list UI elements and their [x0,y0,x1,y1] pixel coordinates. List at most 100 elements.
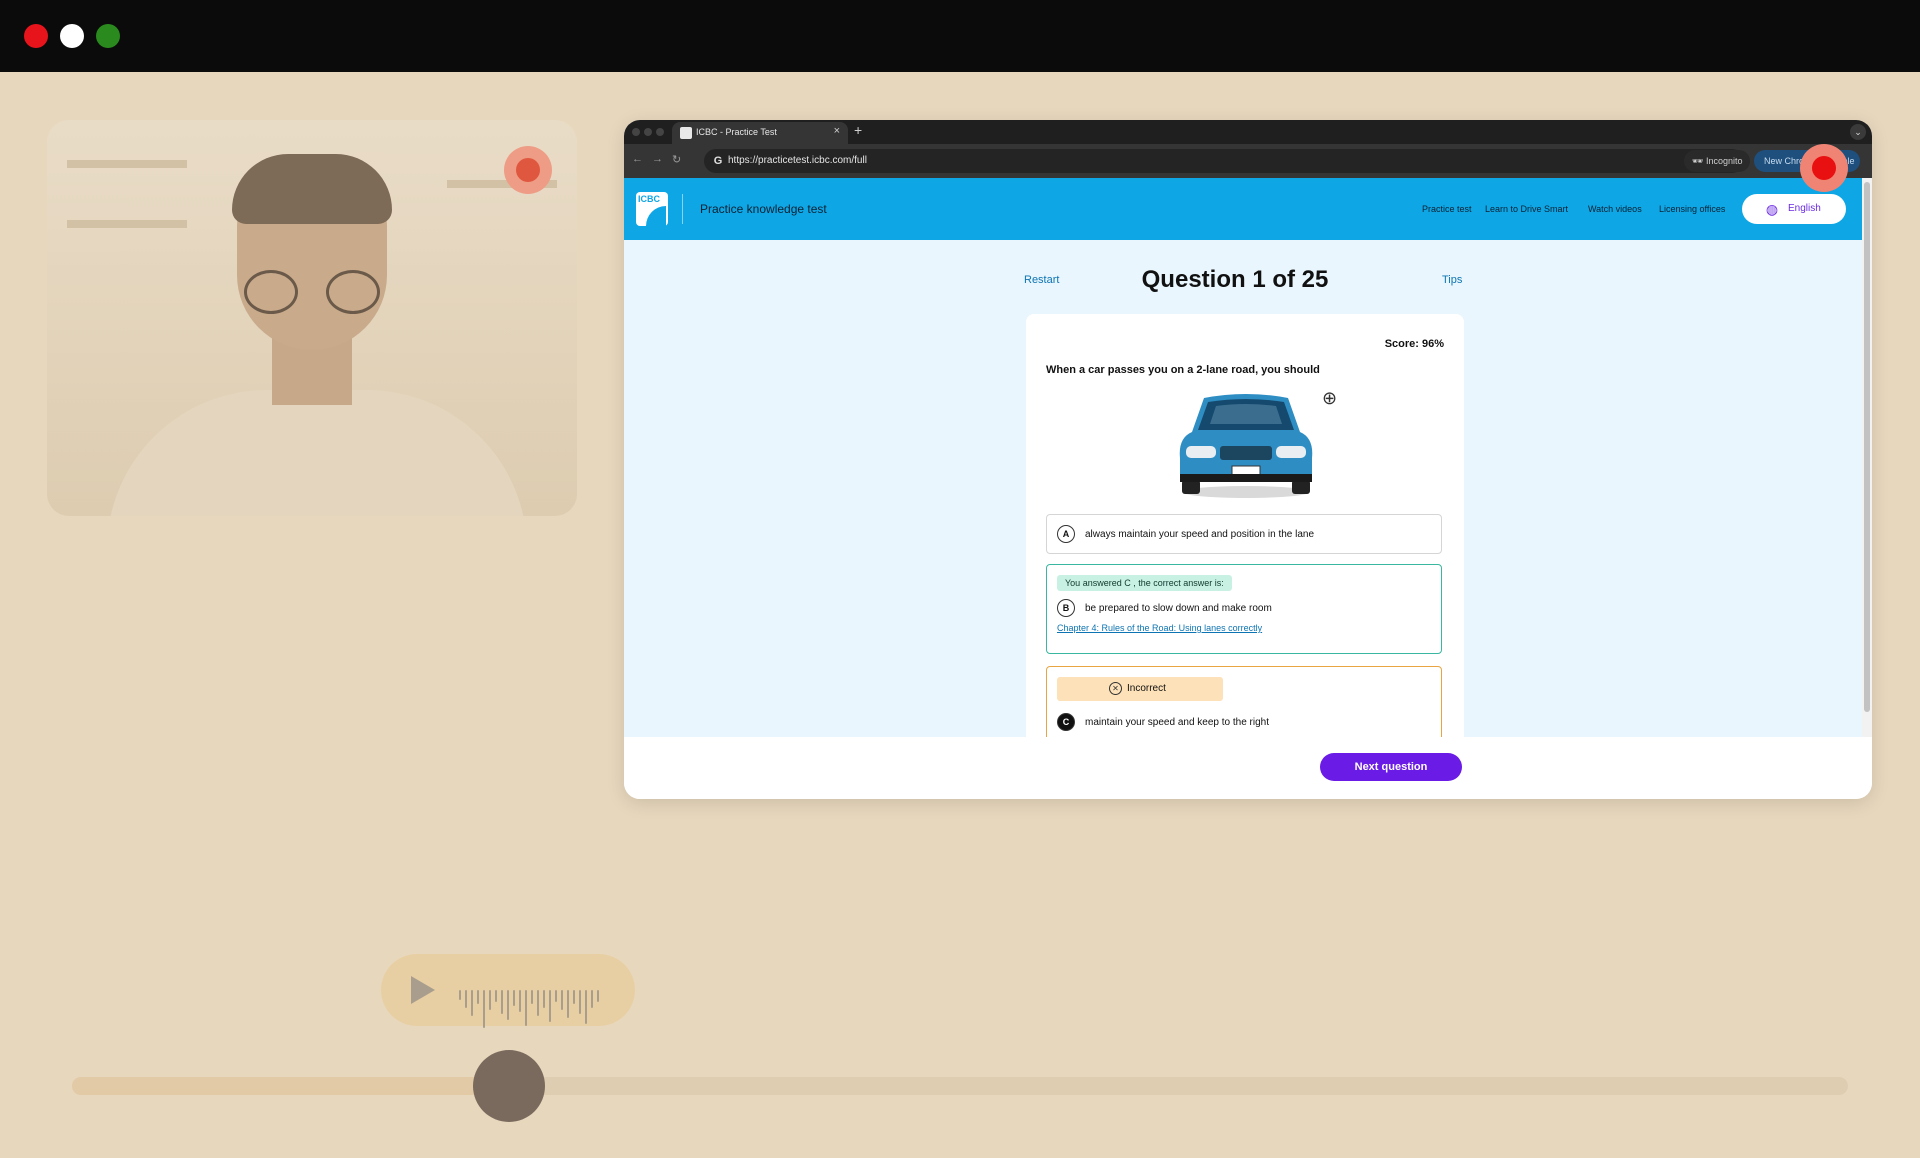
url-text: https://practicetest.icbc.com/full [728,155,867,166]
option-c-letter: C [1057,713,1075,731]
waveform-bar [495,990,497,1002]
quiz-content: Restart Question 1 of 25 Tips Score: 96%… [624,240,1862,737]
waveform-bar [567,990,569,1018]
nav-watch-videos[interactable]: Watch videos [1588,204,1642,214]
site-title: Practice knowledge test [700,202,827,216]
chapter-link[interactable]: Chapter 4: Rules of the Road: Using lane… [1057,623,1262,633]
tab-title: ICBC - Practice Test [696,127,777,137]
option-a-letter: A [1057,525,1075,543]
waveform-bar [537,990,539,1016]
option-a[interactable]: A always maintain your speed and positio… [1046,514,1442,554]
incorrect-label: Incorrect [1127,683,1166,694]
audio-waveform [459,968,609,1028]
option-c-selected[interactable]: ✕ Incorrect C maintain your speed and ke… [1046,666,1442,737]
waveform-bar [579,990,581,1014]
tips-link[interactable]: Tips [1442,274,1462,286]
waveform-bar [555,990,557,1002]
waveform-bar [525,990,527,1026]
x-circle-icon: ✕ [1109,682,1122,695]
waveform-bar [489,990,491,1010]
waveform-bar [459,990,461,1000]
webcam-preview [47,120,577,516]
nav-practice-test[interactable]: Practice test [1422,204,1472,214]
forward-icon[interactable]: → [652,153,663,165]
question-text: When a car passes you on a 2-lane road, … [1046,364,1320,376]
icbc-favicon-icon [680,127,692,139]
address-bar[interactable]: G https://practicetest.icbc.com/full ☆ [704,149,1744,173]
incognito-badge[interactable]: 🕶 Incognito [1684,150,1751,172]
option-a-text: always maintain your speed and position … [1085,529,1315,540]
icbc-logo[interactable]: ICBC [636,192,668,226]
waveform-bar [561,990,563,1010]
waveform-bar [549,990,551,1022]
zoom-in-icon[interactable]: ⊕ [1322,388,1337,409]
car-image [1179,394,1313,498]
waveform-bar [543,990,545,1008]
next-question-button[interactable]: Next question [1320,753,1462,781]
waveform-bar [471,990,473,1016]
seek-bar-handle[interactable] [472,1050,545,1122]
score-text: Score: 96% [1384,338,1444,350]
language-label: English [1788,203,1821,214]
waveform-bar [591,990,593,1008]
background-shelf [67,220,187,228]
new-tab-icon[interactable]: + [854,122,862,138]
incognito-label: Incognito [1705,156,1743,166]
answered-note: You answered C , the correct answer is: [1057,575,1232,591]
glasses-right-lens [326,270,380,314]
waveform-bar [597,990,599,1002]
waveform-bar [465,990,467,1008]
window-title-bar [0,0,1920,72]
seek-bar-progress [72,1077,509,1095]
browser-minimize-dot[interactable] [644,128,652,136]
question-counter: Question 1 of 25 [1141,266,1329,293]
waveform-bar [513,990,515,1006]
waveform-bar [501,990,503,1014]
close-tab-icon[interactable]: × [834,125,840,137]
maximize-window-button[interactable] [96,24,120,48]
waveform-bar [507,990,509,1020]
google-icon: G [713,155,723,167]
waveform-bar [477,990,479,1004]
person-body [107,390,527,516]
minimize-window-button[interactable] [60,24,84,48]
incognito-icon: 🕶 [1692,156,1704,166]
logo-curve [646,206,666,226]
option-c-text: maintain your speed and keep to the righ… [1085,717,1270,728]
option-b-letter: B [1057,599,1075,617]
waveform-bar [573,990,575,1004]
nav-learn-to-drive-smart[interactable]: Learn to Drive Smart [1485,204,1568,214]
site-header: ICBC Practice knowledge test Practice te… [624,178,1862,240]
tab-strip: ICBC - Practice Test × + ⌄ [624,120,1872,144]
globe-icon: ◍ [1765,201,1779,217]
recording-dot-icon [1812,156,1836,180]
reload-icon[interactable]: ↻ [672,153,681,166]
quiz-footer: Next question [624,737,1872,799]
play-icon[interactable] [411,976,435,1004]
scrollbar-thumb[interactable] [1864,182,1870,712]
header-divider [682,194,683,224]
browser-toolbar: ← → ↻ G https://practicetest.icbc.com/fu… [624,144,1872,178]
close-window-button[interactable] [24,24,48,48]
recording-dot-icon [516,158,540,182]
language-button[interactable]: ◍ English [1742,194,1846,224]
incorrect-badge: ✕ Incorrect [1057,677,1223,701]
waveform-bar [585,990,587,1024]
nav-licensing-offices[interactable]: Licensing offices [1659,204,1725,214]
restart-link[interactable]: Restart [1024,274,1059,286]
correct-answer-panel: You answered C , the correct answer is: … [1046,564,1442,654]
question-card: Score: 96% When a car passes you on a 2-… [1026,314,1464,737]
person-hair [232,154,392,224]
browser-maximize-dot[interactable] [656,128,664,136]
audio-player [381,954,635,1028]
tab-search-icon[interactable]: ⌄ [1850,124,1866,140]
waveform-bar [483,990,485,1028]
background-shelf [67,160,187,168]
back-icon[interactable]: ← [632,153,643,165]
browser-tab[interactable]: ICBC - Practice Test × [672,122,848,144]
browser-close-dot[interactable] [632,128,640,136]
waveform-bar [519,990,521,1012]
page-scrollbar[interactable] [1862,178,1872,737]
waveform-bar [531,990,533,1004]
browser-window: ICBC - Practice Test × + ⌄ ← → ↻ G https… [624,120,1872,799]
